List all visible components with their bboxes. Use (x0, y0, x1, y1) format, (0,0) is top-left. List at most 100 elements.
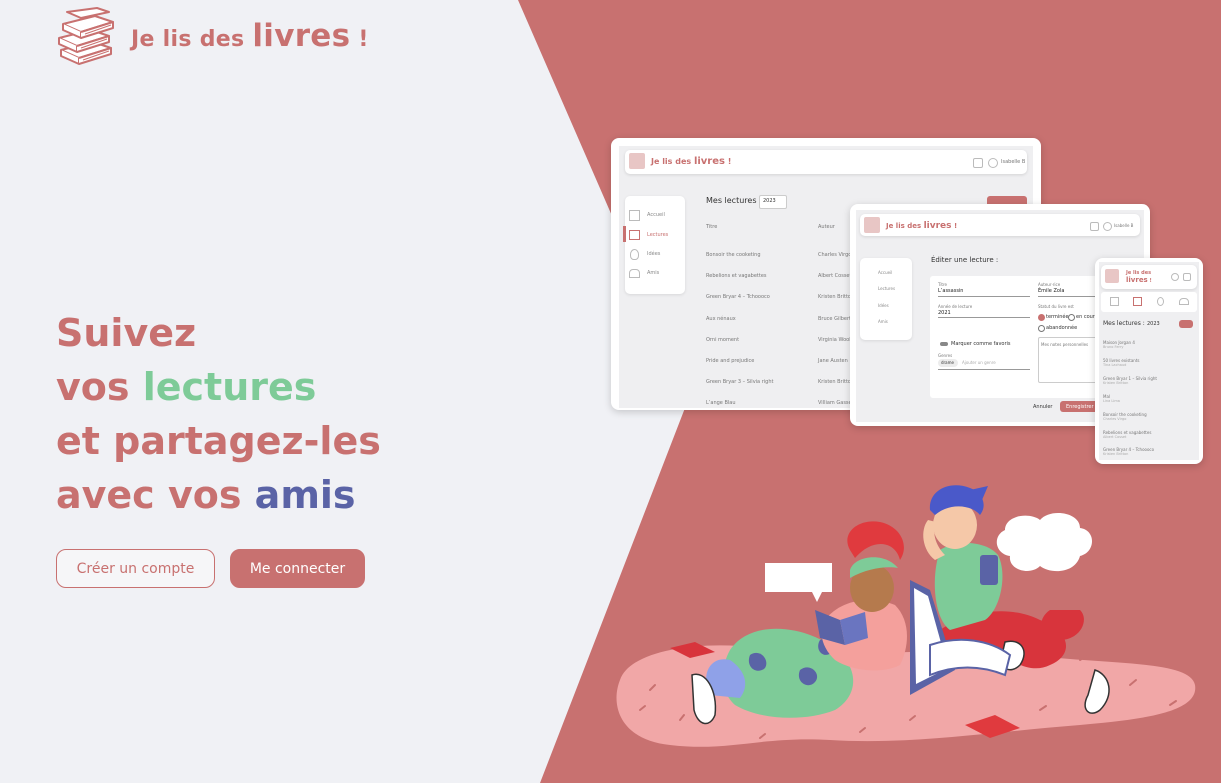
mockup-mobile: Je lis des livres ! Mes lectures : 2023 … (1095, 258, 1203, 464)
headline-line3: et partagez-les (56, 419, 381, 463)
headline-line4-a: avec vos (56, 473, 255, 517)
row-author: Albert Cosset (818, 273, 852, 279)
nav-amis: Amis (647, 270, 660, 276)
avatar (1103, 222, 1112, 231)
title-value: L’assassin (938, 288, 964, 294)
row-author: Virginia Woolf (818, 337, 853, 343)
col-title: Titre (706, 224, 718, 230)
headline-line1: Suivez (56, 311, 197, 355)
mockup-edit-logo-suffix: ! (953, 222, 958, 230)
mockup-edit-logo-big: livres (923, 221, 952, 231)
row-author: Villiam Gasset (818, 400, 854, 406)
row-author: Charles Virgo (818, 252, 852, 258)
author-value: Émile Zola (1038, 288, 1065, 294)
notification-icon (1090, 222, 1099, 231)
friends-icon (629, 269, 640, 278)
nav-idees: Idées (878, 303, 889, 308)
row-author: Charles Virgo (1103, 417, 1127, 421)
bulb-icon (630, 249, 639, 260)
books-stack-icon (864, 217, 880, 233)
row-title: Orni moment (706, 337, 740, 343)
row-author: Jane Austen (818, 358, 848, 364)
favorite-label: Marquer comme favoris (951, 341, 1011, 347)
mockup-edit-logo-prefix: Je lis des (886, 222, 922, 230)
genre-tag: drame (941, 360, 954, 365)
logo-prefix: Je lis des (131, 27, 245, 52)
row-author: Tina Lachaud (1103, 363, 1127, 367)
row-author: Albert Cosset (1103, 435, 1127, 439)
row-title: Aux nénaux (706, 316, 736, 322)
row-author: Kristen Britton (1103, 381, 1129, 385)
row-author: Bruno Ferry (1103, 345, 1124, 349)
reading-friends-illustration (616, 485, 1196, 747)
mockup-desktop-user: Isabelle B (1001, 159, 1026, 165)
row-title: Pride and prejudice (706, 358, 755, 364)
hero-headline: Suivez vos lectures et partagez-les avec… (56, 306, 381, 522)
friends-icon (1179, 298, 1189, 305)
row-author: Kristen Britton (1103, 452, 1129, 456)
row-title: L’ange Blau (706, 400, 736, 406)
status-label: Statut du livre est (1038, 304, 1074, 309)
row-title: Green Bryar 3 – Silvia right (706, 379, 774, 385)
grid-icon (629, 210, 640, 221)
headline-line2: vos lectures (56, 360, 381, 414)
status-option: terminée (1046, 314, 1069, 320)
active-indicator (623, 226, 626, 242)
grid-icon (1110, 297, 1119, 306)
radio-icon (1068, 314, 1075, 321)
books-stack-icon (1105, 269, 1119, 283)
radio-icon (1038, 325, 1045, 332)
radio-icon (1038, 314, 1045, 321)
book-icon (1133, 297, 1142, 306)
save-button: Enregistrer (1066, 404, 1094, 410)
row-author: Kristen Britton (818, 294, 855, 300)
status-option: abandonnée (1046, 325, 1078, 331)
toggle-icon (940, 342, 948, 346)
signup-button[interactable]: Créer un compte (56, 549, 215, 588)
genres-label: Genres (938, 353, 953, 358)
mockup-desktop-logo-prefix: Je lis des (651, 157, 692, 166)
nav-lectures: Lectures (647, 232, 669, 238)
year-value: 2021 (938, 310, 951, 316)
avatar (988, 158, 998, 168)
add-button (1179, 320, 1193, 328)
mockup-mobile-logo-big: livres (1126, 276, 1148, 284)
logo-big: livres (252, 18, 351, 54)
books-stack-icon (629, 153, 645, 169)
books-stack-icon (58, 7, 114, 65)
notification-icon (973, 158, 983, 168)
mockup-mobile-year: 2023 (1147, 321, 1160, 327)
notification-icon (1183, 273, 1191, 281)
avatar (1171, 273, 1179, 281)
headline-line2-a: vos (56, 365, 143, 409)
notes-placeholder: Mes notes personnelles (1041, 342, 1089, 347)
nav-lectures: Lectures (878, 286, 896, 291)
row-title: Green Bryar 4 – Tchoooco (706, 294, 770, 300)
login-button[interactable]: Me connecter (230, 549, 365, 588)
row-author: Kristen Britton (818, 379, 855, 385)
logo[interactable]: Je lis des livres ! (55, 6, 369, 66)
row-title: Bonsoir the cooketing (706, 252, 761, 258)
cancel-button: Annuler (1033, 404, 1053, 410)
logo-text: Je lis des livres ! (131, 18, 369, 54)
nav-idees: Idées (647, 251, 661, 257)
headline-amis: amis (254, 473, 356, 517)
genre-placeholder: Ajouter un genre (962, 360, 996, 365)
nav-accueil: Accueil (647, 212, 665, 218)
row-title: Rebelions et vagabettes (706, 273, 767, 279)
year-label: Année de lecture (938, 304, 973, 309)
mockup-desktop-heading: Mes lectures : (706, 196, 762, 205)
mockup-desktop-logo-big: livres (693, 156, 725, 167)
mockup-edit-heading: Éditer une lecture : (931, 256, 999, 264)
headline-line4: avec vos amis (56, 468, 381, 522)
mockup-mobile-heading: Mes lectures : (1103, 320, 1145, 327)
book-icon (629, 230, 640, 240)
mockup-edit-user: Isabelle B (1114, 223, 1134, 228)
nav-accueil: Accueil (878, 270, 893, 275)
col-author: Auteur (818, 224, 835, 230)
row-author: Lina Lima (1103, 399, 1120, 403)
nav-amis: Amis (878, 319, 888, 324)
mockup-mobile-logo-suffix: ! (1149, 278, 1152, 284)
mockup-desktop-year: 2023 (763, 198, 776, 204)
logo-suffix: ! (358, 27, 369, 52)
